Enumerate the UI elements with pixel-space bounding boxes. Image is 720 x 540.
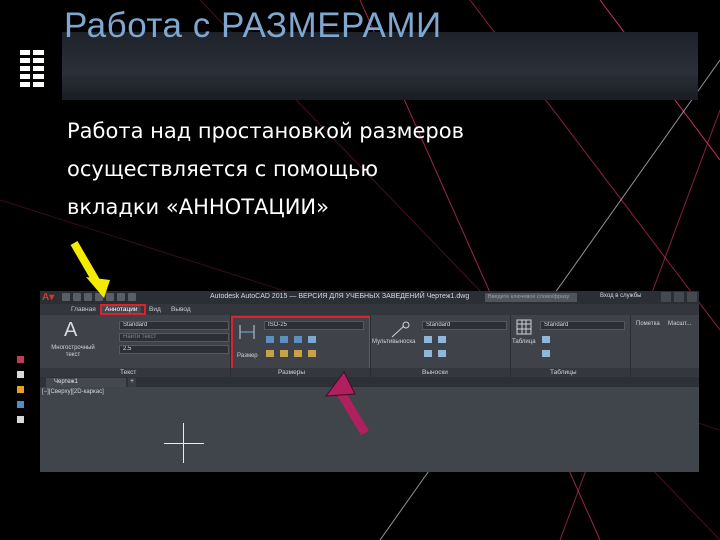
bullet-square [17,371,24,378]
leader-tool-icon[interactable] [424,336,432,343]
text-height-select[interactable]: 2.5 [119,345,229,354]
crosshair-cursor-icon [183,423,184,463]
leader-style-select[interactable]: Standard [422,321,507,330]
tables-panel-label[interactable]: Таблицы [550,368,577,377]
dimensions-panel-label[interactable]: Размеры [278,368,305,377]
bullet-square [17,356,24,363]
slide-body: Работа над простановкой размеров осущест… [67,112,667,226]
leader-tool-icon[interactable] [438,350,446,357]
multiline-text-icon[interactable]: A [64,320,77,340]
table-button[interactable]: Таблица [512,339,536,346]
bullet-square [17,416,24,423]
leader-tool-icon[interactable] [438,336,446,343]
document-tab[interactable]: Чертеж1 [46,378,126,387]
new-file-icon[interactable] [62,293,70,301]
leader-tool-icon[interactable] [424,350,432,357]
leaders-panel-label[interactable]: Выноски [422,368,448,377]
maximize-icon[interactable] [674,292,684,302]
body-line: осуществляется с помощью [67,157,379,181]
undo-icon[interactable] [117,293,125,301]
panel-divider [230,315,231,377]
signin-button[interactable]: Вход в службы [600,293,642,299]
panel-divider [510,315,511,377]
title-bar: A▾ Autodesk AutoCAD 2015 — ВЕРСИЯ ДЛЯ УЧ… [40,291,699,304]
ribbon-tabs: Главная Аннотации Вид Вывод [40,304,699,315]
drawing-area[interactable]: [−][Сверху][2D-каркас] [40,387,699,472]
new-tab-plus-icon[interactable]: + [128,378,136,387]
table-style-select[interactable]: Standard [540,321,625,330]
tab-view[interactable]: Вид [146,305,164,315]
minimize-icon[interactable] [661,292,671,302]
print-icon[interactable] [106,293,114,301]
save-as-icon[interactable] [95,293,103,301]
body-line: вкладки «АННОТАЦИИ» [67,195,329,219]
tab-home[interactable]: Главная [68,305,99,315]
quick-access-toolbar [62,293,136,302]
open-file-icon[interactable] [73,293,81,301]
autocad-screenshot: A▾ Autodesk AutoCAD 2015 — ВЕРСИЯ ДЛЯ УЧ… [40,291,699,472]
panel-divider [630,315,631,377]
body-line: Работа над простановкой размеров [67,119,464,143]
autocad-logo-icon[interactable]: A▾ [42,292,56,303]
find-text-input[interactable]: Найти текст [119,333,229,342]
table-icon[interactable] [516,319,532,335]
multiline-text-button[interactable]: Многострочный текст [48,345,98,359]
markup-panel[interactable]: Пометка [636,321,660,328]
crosshair-cursor-icon [164,443,204,444]
table-tool-icon[interactable] [542,336,550,343]
panel-divider [370,315,371,377]
window-title: Autodesk AutoCAD 2015 — ВЕРСИЯ ДЛЯ УЧЕБН… [210,293,470,300]
window-controls [661,292,697,302]
text-style-select[interactable]: Standard [119,321,229,330]
table-tool-icon[interactable] [542,350,550,357]
tab-output[interactable]: Вывод [168,305,194,315]
multileader-icon[interactable] [390,321,412,339]
search-input[interactable]: Введите ключевое слово/фразу [485,293,577,302]
document-tabs: Чертеж1 + [40,377,699,387]
viewport-controls[interactable]: [−][Сверху][2D-каркас] [42,389,104,395]
scale-panel[interactable]: Масшт... [668,321,691,328]
blinds-decoration-icon [20,48,44,88]
text-panel-label[interactable]: Текст [120,368,136,377]
slide-title: Работа с РАЗМЕРАМИ [64,6,442,45]
side-bullets [17,356,24,431]
bullet-square [17,401,24,408]
redo-icon[interactable] [128,293,136,301]
close-icon[interactable] [687,292,697,302]
bullet-square [17,386,24,393]
dimensions-panel-highlight [231,316,371,372]
multileader-button[interactable]: Мультивыноска [372,339,415,346]
save-icon[interactable] [84,293,92,301]
annotate-tab-highlight [100,304,146,315]
